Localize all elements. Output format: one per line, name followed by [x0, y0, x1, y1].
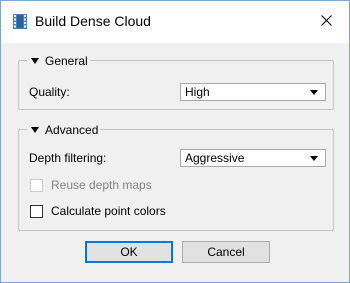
close-icon [320, 15, 332, 29]
chevron-down-icon [310, 90, 318, 95]
close-button[interactable] [303, 1, 349, 43]
ok-button[interactable]: OK [85, 241, 173, 263]
reuse-depth-maps-row: Reuse depth maps [30, 177, 152, 193]
reuse-depth-maps-label: Reuse depth maps [51, 178, 152, 192]
ok-button-label: OK [120, 245, 138, 259]
calc-point-colors-checkbox[interactable] [30, 204, 43, 218]
quality-select[interactable]: High [180, 83, 326, 101]
quality-select-value: High [185, 85, 210, 99]
calc-point-colors-row: Calculate point colors [30, 203, 166, 219]
cancel-button-label: Cancel [207, 245, 245, 259]
cancel-button[interactable]: Cancel [182, 241, 270, 263]
reuse-depth-maps-checkbox[interactable] [30, 178, 43, 192]
film-strip-icon [13, 14, 27, 29]
depth-filtering-label: Depth filtering: [29, 151, 107, 165]
chevron-down-icon [310, 156, 318, 161]
title-bar[interactable]: Build Dense Cloud [1, 1, 349, 43]
triangle-down-icon [31, 126, 39, 133]
dialog-window: Build Dense Cloud General Quality: High [0, 0, 350, 283]
general-section-header: General [45, 53, 88, 68]
depth-filtering-select[interactable]: Aggressive [180, 149, 326, 167]
quality-label: Quality: [29, 85, 70, 99]
advanced-section-toggle[interactable]: Advanced [27, 122, 101, 137]
triangle-down-icon [31, 57, 39, 64]
advanced-section-header: Advanced [45, 122, 99, 137]
calc-point-colors-label: Calculate point colors [51, 204, 166, 218]
window-title: Build Dense Cloud [35, 13, 151, 29]
depth-filtering-select-value: Aggressive [185, 151, 245, 165]
dialog-body: General Quality: High Advanced Depth fil… [1, 43, 349, 282]
general-section-toggle[interactable]: General [27, 53, 90, 68]
